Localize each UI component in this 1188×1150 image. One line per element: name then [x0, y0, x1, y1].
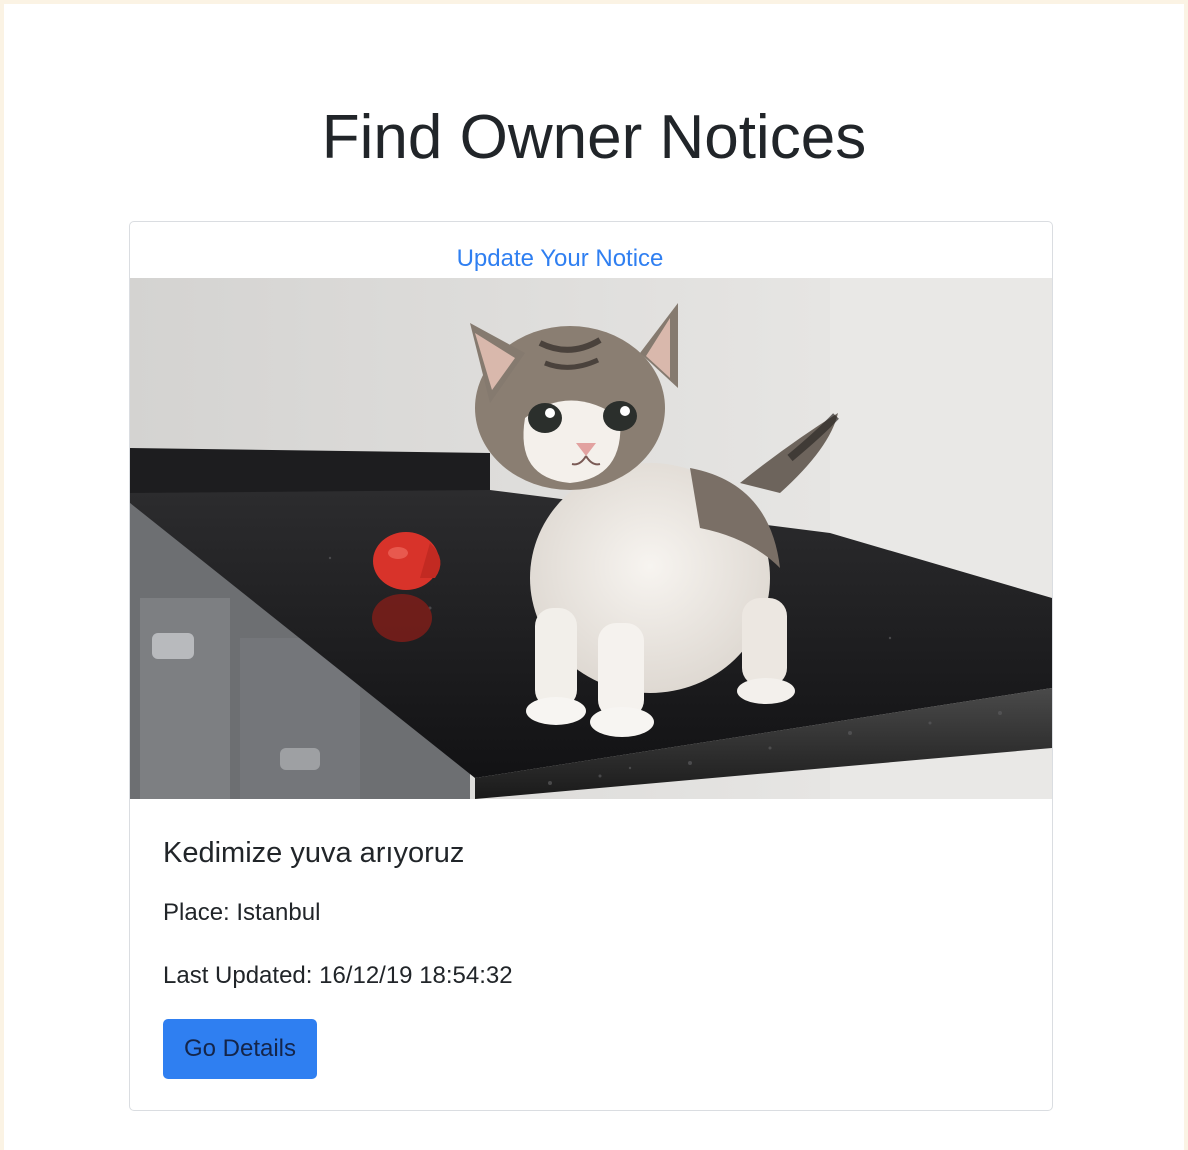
notice-image: [130, 278, 1052, 799]
page-title: Find Owner Notices: [321, 103, 867, 172]
notice-card: Update Your Notice Kedimize yuva arıyoru…: [129, 221, 1053, 1111]
kitten-photo: [130, 278, 1052, 799]
notice-title: Kedimize yuva arıyoruz: [163, 837, 465, 869]
notice-place: Place: Istanbul: [163, 899, 321, 926]
notice-last-updated: Last Updated: 16/12/19 18:54:32: [163, 962, 513, 989]
go-details-button[interactable]: Go Details: [163, 1019, 317, 1079]
page: Find Owner Notices Update Your Notice Ke…: [4, 4, 1184, 1150]
update-notice-link[interactable]: Update Your Notice: [130, 244, 990, 274]
